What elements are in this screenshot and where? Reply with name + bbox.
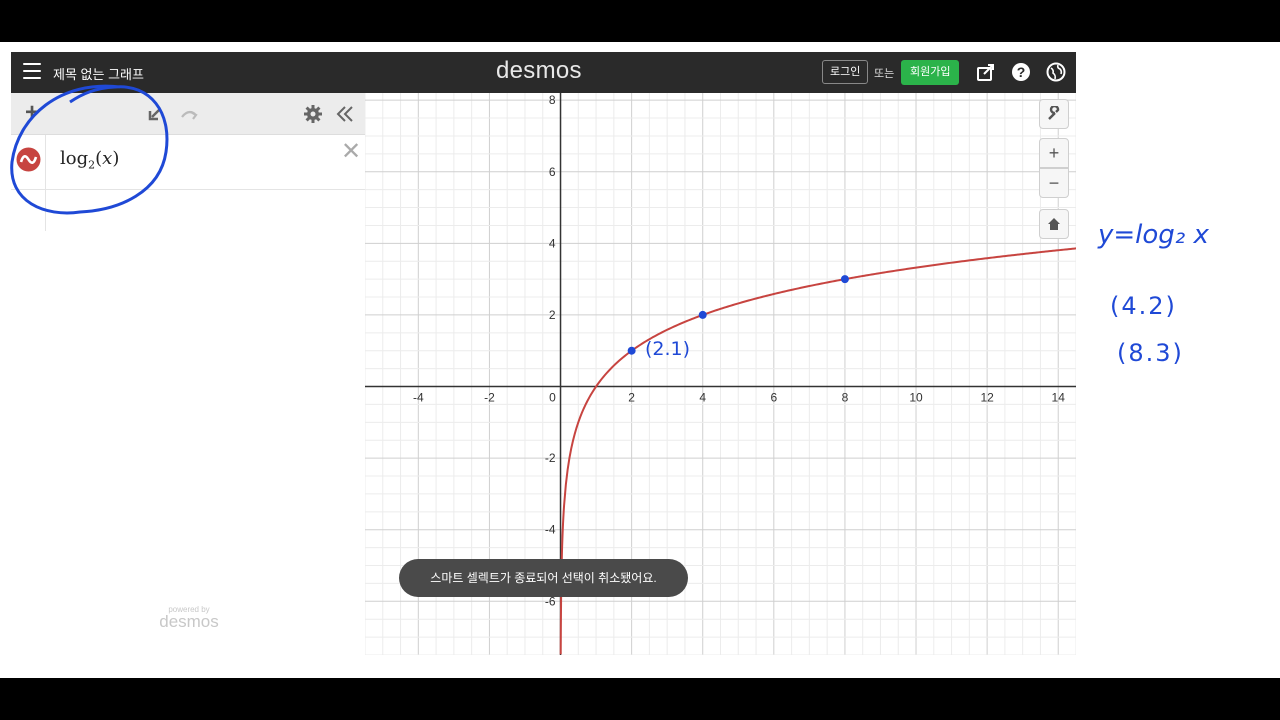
annotation-formula: y=log₂ x [1098,220,1209,250]
annotation-point-label: (2.1) [645,338,691,360]
annotation-point-8-3: (8.3) [1117,339,1184,367]
annotation-point-4-2: (4.2) [1110,292,1177,320]
app-frame: 제목 없는 그래프 desmos 로그인 또는 회원가입 ? + log2(x)… [0,42,1280,678]
annotation-ink-layer [10,84,169,215]
handwritten-circle [10,84,169,215]
